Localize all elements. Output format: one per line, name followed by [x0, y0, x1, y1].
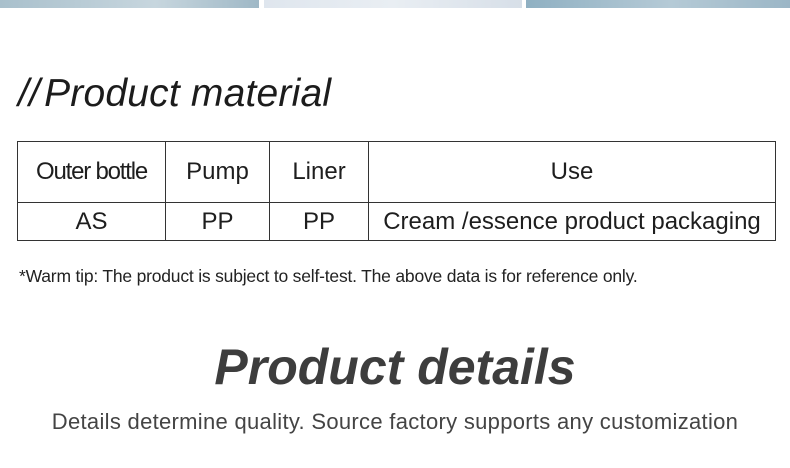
heading-slashes: //: [18, 72, 41, 115]
product-image-thumbnail: [264, 0, 522, 8]
table-row: AS PP PP Cream /essence product packagin…: [17, 202, 776, 241]
product-details-subtitle: Details determine quality. Source factor…: [51, 409, 739, 434]
header-cell-liner: Liner: [269, 141, 369, 203]
cell-pump-material: PP: [165, 202, 270, 241]
header-cell-pump: Pump: [165, 141, 270, 203]
top-image-strip: [0, 0, 790, 8]
header-cell-use: Use: [368, 141, 776, 203]
page: //Product material Outer bottle Pump Lin…: [0, 0, 790, 468]
warm-tip-note: *Warm tip: The product is subject to sel…: [19, 266, 638, 286]
product-details-title: Product details: [214, 339, 576, 395]
cell-liner-material: PP: [269, 202, 369, 241]
product-image-thumbnail: [526, 0, 790, 8]
cell-outer-bottle-material: AS: [17, 202, 166, 241]
product-image-thumbnail: [0, 0, 259, 8]
cell-use-description: Cream /essence product packaging: [368, 202, 776, 241]
table-header-row: Outer bottle Pump Liner Use: [17, 141, 776, 203]
heading-title: Product material: [44, 72, 332, 115]
header-cell-outer-bottle: Outer bottle: [17, 141, 166, 203]
material-table: Outer bottle Pump Liner Use AS PP PP Cre…: [17, 141, 776, 241]
section-heading-product-material: //Product material: [18, 72, 331, 116]
